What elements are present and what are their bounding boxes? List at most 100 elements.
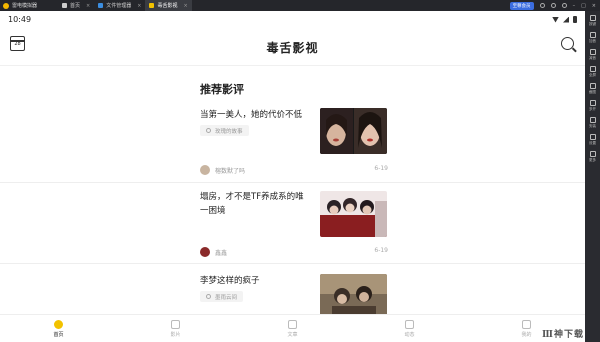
article-icon xyxy=(288,319,297,329)
post-date: 6-19 xyxy=(374,247,388,254)
tool-multi[interactable]: 多开 xyxy=(589,100,596,112)
gear-icon xyxy=(589,134,596,140)
tool-more[interactable]: 更多 xyxy=(589,151,596,163)
review-card[interactable]: 当第一美人，她的代价不低 玫瑰的故事 榕数默了吗 6-19 xyxy=(200,108,388,178)
emulator-tab-app[interactable]: 毒舌影视 × xyxy=(145,0,192,11)
tool-screenshot[interactable]: 截图 xyxy=(589,83,596,95)
window-close-icon[interactable]: × xyxy=(592,3,596,9)
card-thumbnail[interactable] xyxy=(320,108,387,154)
emulator-tab-home[interactable]: 首页 × xyxy=(58,0,94,11)
film-icon xyxy=(206,128,211,133)
user-icon[interactable] xyxy=(539,3,545,8)
author-name: 鑫鑫 xyxy=(215,249,228,257)
tool-label: 更多 xyxy=(589,158,596,162)
status-time: 10:49 xyxy=(8,15,32,24)
author[interactable]: 鑫鑫 xyxy=(200,247,227,257)
tool-keymap[interactable]: 按键 xyxy=(589,15,596,27)
tool-label: 加音 xyxy=(589,39,596,43)
status-bar: 10:49 xyxy=(0,11,585,28)
avatar[interactable] xyxy=(200,165,210,175)
message-icon[interactable] xyxy=(550,3,556,8)
home-icon xyxy=(54,319,63,329)
menu-icon[interactable] xyxy=(561,3,567,8)
tool-fullscreen[interactable]: 全屏 xyxy=(589,66,596,78)
watermark: Ⅲ神下载 xyxy=(542,330,584,340)
app-header: 28 毒舌影视 xyxy=(0,28,585,66)
emulator-title-bar: 雷电模拟器 首页 × 文件管理器 × 毒舌影视 × 至尊会员 – □ × xyxy=(0,0,600,11)
tool-label: 多开 xyxy=(589,107,596,111)
card-title[interactable]: 当第一美人，她的代价不低 xyxy=(200,108,312,122)
section-title: 推荐影评 xyxy=(200,83,244,96)
tool-volume-up[interactable]: 加音 xyxy=(589,32,596,44)
signal-icon xyxy=(563,16,569,23)
nav-item-feed[interactable]: 动态 xyxy=(351,315,468,342)
close-icon[interactable]: × xyxy=(86,3,90,9)
emulator-name: 雷电模拟器 xyxy=(12,3,38,9)
nav-item-films[interactable]: 影片 xyxy=(117,315,234,342)
divider xyxy=(0,263,585,264)
volume-up-icon xyxy=(589,32,596,38)
tool-label: 安装 xyxy=(589,124,596,128)
emulator-tab-files[interactable]: 文件管理器 × xyxy=(94,0,145,11)
emulator-tab-label: 首页 xyxy=(70,3,81,9)
nav-label: 影片 xyxy=(170,331,181,338)
eye-icon xyxy=(405,319,414,329)
author[interactable]: 榕数默了吗 xyxy=(200,165,245,175)
nav-item-home[interactable]: 首页 xyxy=(0,315,117,342)
user-icon xyxy=(522,319,531,329)
apk-icon xyxy=(589,117,596,123)
nav-label: 文章 xyxy=(287,331,298,338)
emulator-tab-label: 文件管理器 xyxy=(106,3,132,9)
film-icon xyxy=(206,294,211,299)
fullscreen-icon xyxy=(589,66,596,72)
post-date: 6-19 xyxy=(374,165,388,172)
card-title[interactable]: 李梦这样的疯子 xyxy=(200,274,312,288)
tool-label: 全屏 xyxy=(589,73,596,77)
home-icon xyxy=(62,3,67,8)
divider xyxy=(0,182,585,183)
work-tag[interactable]: 墨雨云间 xyxy=(200,291,244,302)
maximize-icon[interactable]: □ xyxy=(581,3,586,9)
film-icon xyxy=(171,319,180,329)
close-icon[interactable]: × xyxy=(137,3,141,9)
vip-badge[interactable]: 至尊会员 xyxy=(509,1,534,10)
search-icon[interactable] xyxy=(561,37,574,50)
tool-label: 设置 xyxy=(589,141,596,145)
tool-label: 截图 xyxy=(589,90,596,94)
volume-down-icon xyxy=(589,49,596,55)
review-card[interactable]: 塌房，才不是TF养成系的唯一困境 鑫鑫 6-19 xyxy=(200,190,388,260)
close-icon[interactable]: × xyxy=(183,3,187,9)
status-icons xyxy=(552,16,577,23)
work-tag[interactable]: 玫瑰的故事 xyxy=(200,125,249,136)
app-icon xyxy=(149,3,155,8)
emulator-side-toolbar: 按键 加音 减音 全屏 截图 多开 安装 设置 更多 xyxy=(585,11,600,342)
review-feed: 推荐影评 当第一美人，她的代价不低 玫瑰的故事 榕数默了吗 6-19 塌房，才不… xyxy=(0,66,585,314)
tool-label: 按键 xyxy=(589,22,596,26)
author-name: 榕数默了吗 xyxy=(215,167,246,175)
card-title[interactable]: 塌房，才不是TF养成系的唯一困境 xyxy=(200,190,312,218)
app-logo: 毒舌影视 xyxy=(266,41,319,55)
avatar[interactable] xyxy=(200,247,210,257)
multi-window-icon xyxy=(589,100,596,106)
card-thumbnail[interactable] xyxy=(320,274,387,314)
tag-label: 墨雨云间 xyxy=(215,294,238,301)
scissors-icon xyxy=(589,83,596,89)
nav-label: 动态 xyxy=(404,331,415,338)
nav-label: 首页 xyxy=(53,331,64,338)
emulator-tab-label: 毒舌影视 xyxy=(157,3,178,9)
nav-item-articles[interactable]: 文章 xyxy=(234,315,351,342)
emulator-logo-icon xyxy=(3,2,9,9)
bottom-nav: 首页 影片 文章 动态 我的 xyxy=(0,314,585,342)
tag-label: 玫瑰的故事 xyxy=(215,128,243,135)
emulator-window-controls: 至尊会员 – □ × xyxy=(509,1,600,10)
battery-icon xyxy=(573,16,577,23)
tool-label: 减音 xyxy=(589,56,596,60)
tool-settings[interactable]: 设置 xyxy=(589,134,596,146)
nav-label: 我的 xyxy=(521,331,532,338)
review-card[interactable]: 李梦这样的疯子 墨雨云间 xyxy=(200,274,388,314)
tool-install[interactable]: 安装 xyxy=(589,117,596,129)
minimize-icon[interactable]: – xyxy=(573,3,576,9)
keyboard-icon xyxy=(589,15,596,21)
card-thumbnail[interactable] xyxy=(320,191,387,237)
tool-volume-down[interactable]: 减音 xyxy=(589,49,596,61)
